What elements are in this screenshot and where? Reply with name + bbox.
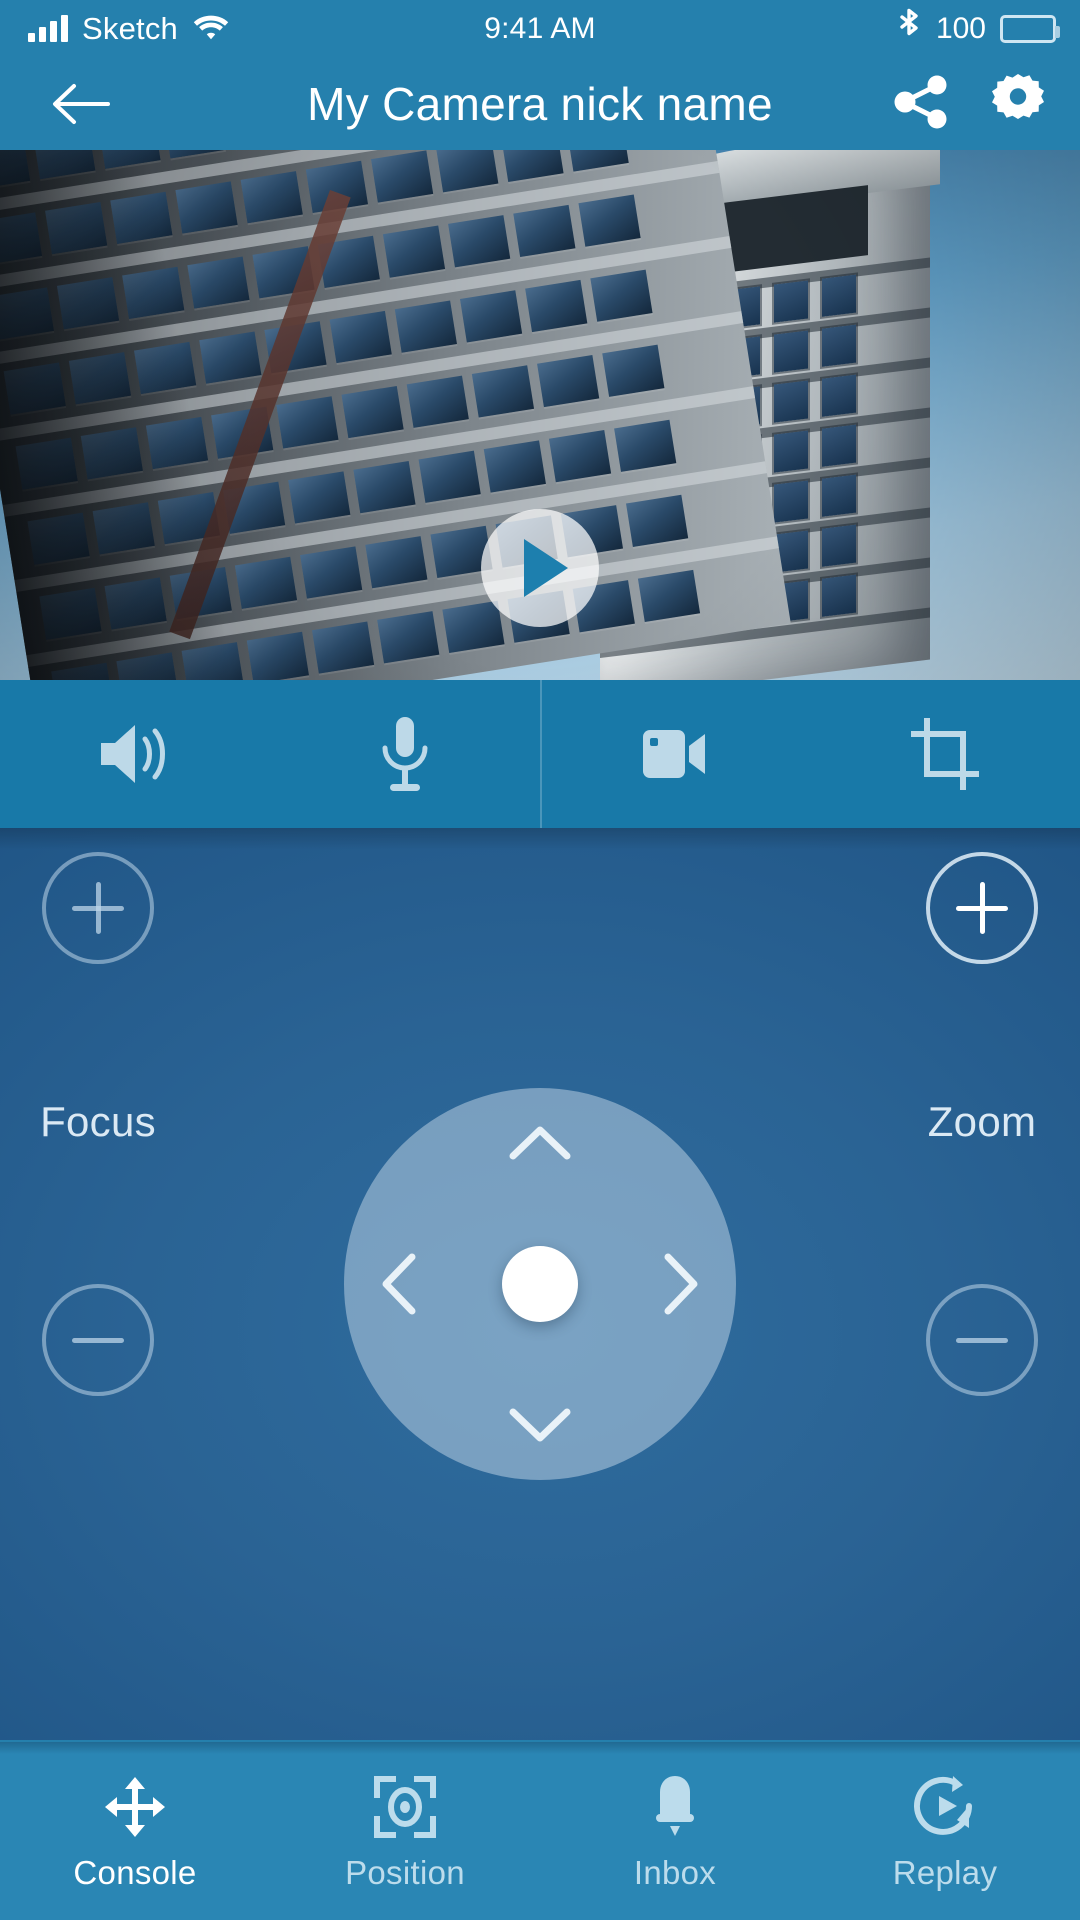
zoom-increase-button[interactable]: [926, 852, 1038, 964]
zoom-label: Zoom: [927, 1098, 1037, 1145]
crop-icon: [911, 718, 979, 790]
camera-live-view-screen: Sketch 9:41 AM 100 My Camera nick name F…: [0, 0, 1080, 1920]
microphone-button[interactable]: [270, 680, 540, 828]
chevron-down-icon: [509, 1408, 571, 1442]
bell-icon: [646, 1774, 704, 1840]
focus-label: Focus: [40, 1098, 156, 1145]
pan-down-button[interactable]: [509, 1406, 571, 1446]
navigation-bar: My Camera nick name: [0, 58, 1080, 150]
record-video-button[interactable]: [540, 680, 810, 828]
ptz-direction-dial[interactable]: [344, 1088, 736, 1480]
ptz-center-knob[interactable]: [502, 1246, 578, 1322]
tab-position[interactable]: Position: [270, 1742, 540, 1920]
minus-icon: [72, 1337, 124, 1343]
tab-console-label: Console: [73, 1854, 197, 1891]
gear-icon: [992, 73, 1044, 119]
tab-position-label: Position: [345, 1854, 465, 1891]
zoom-decrease-button[interactable]: [926, 1284, 1038, 1396]
speaker-button[interactable]: [0, 680, 270, 828]
minus-icon: [956, 1337, 1008, 1343]
navigation-actions: [892, 70, 1050, 139]
share-icon: [894, 75, 947, 128]
pan-left-button[interactable]: [378, 1253, 418, 1315]
crop-snapshot-button[interactable]: [810, 680, 1080, 828]
battery-full-icon: [1000, 15, 1060, 43]
tab-inbox-label: Inbox: [633, 1854, 717, 1891]
speaker-icon: [101, 725, 165, 783]
tab-console[interactable]: Console: [0, 1742, 270, 1920]
status-bar-right: 100: [896, 8, 1060, 51]
focus-decrease-button[interactable]: [42, 1284, 154, 1396]
eye-focus-icon: [373, 1774, 437, 1840]
chevron-right-icon: [664, 1253, 698, 1315]
battery-percent-label: 100: [935, 12, 986, 45]
ptz-control-panel: Focus Zoom: [0, 828, 1080, 1740]
live-video-preview[interactable]: [0, 150, 1080, 680]
microphone-icon: [382, 717, 428, 791]
bluetooth-icon: [896, 8, 922, 51]
play-icon: [524, 539, 568, 597]
focus-increase-button[interactable]: [42, 852, 154, 964]
move-arrows-icon: [103, 1774, 167, 1840]
status-bar: Sketch 9:41 AM 100: [0, 0, 1080, 58]
pan-up-button[interactable]: [509, 1122, 571, 1162]
tab-inbox[interactable]: Inbox: [540, 1742, 810, 1920]
video-camera-icon: [643, 730, 705, 778]
chevron-up-icon: [509, 1126, 571, 1160]
bottom-tab-bar: Console Position Inbox Replay: [0, 1742, 1080, 1920]
share-button[interactable]: [892, 73, 952, 136]
settings-button[interactable]: [986, 70, 1050, 139]
tab-replay-label: Replay: [892, 1854, 998, 1891]
replay-icon: [913, 1774, 977, 1840]
toolbar-divider: [540, 680, 542, 828]
play-button[interactable]: [481, 509, 599, 627]
tab-replay[interactable]: Replay: [810, 1742, 1080, 1920]
media-toolbar: [0, 680, 1080, 828]
chevron-left-icon: [382, 1253, 416, 1315]
pan-right-button[interactable]: [662, 1253, 702, 1315]
